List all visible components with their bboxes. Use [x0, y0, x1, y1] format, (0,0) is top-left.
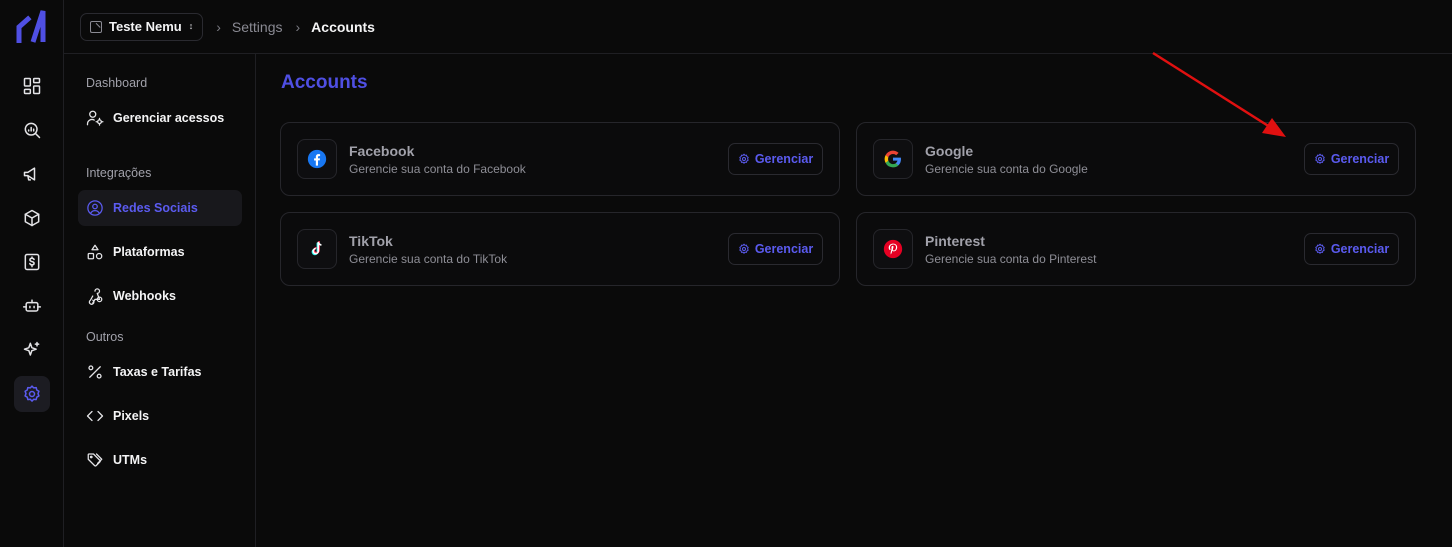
pinterest-icon	[873, 229, 913, 269]
percent-icon	[88, 365, 102, 379]
tags-icon	[87, 453, 103, 467]
account-description: Gerencie sua conta do Pinterest	[925, 252, 1097, 266]
dashboard-icon[interactable]	[14, 68, 50, 104]
facebook-icon	[297, 139, 337, 179]
account-description: Gerencie sua conta do Facebook	[349, 162, 526, 176]
google-icon	[873, 139, 913, 179]
account-name: TikTok	[349, 233, 393, 249]
gear-icon	[1315, 243, 1325, 254]
manage-button-label: Gerenciar	[754, 242, 814, 256]
manage-google-button[interactable]: Gerenciar	[1304, 143, 1399, 175]
sidebar-item-label: Redes Sociais	[113, 201, 198, 215]
app-logo[interactable]	[16, 9, 48, 43]
chevron-right-icon: ›	[295, 18, 301, 35]
bot-icon[interactable]	[14, 288, 50, 324]
sidebar-item-gerenciar-acessos[interactable]: Gerenciar acessos	[78, 100, 242, 136]
manage-button-label: Gerenciar	[754, 152, 814, 166]
account-name: Pinterest	[925, 233, 985, 249]
workspace-icon	[90, 20, 102, 33]
sidebar-item-label: Pixels	[113, 409, 150, 423]
account-card-tiktok: TikTok Gerencie sua conta do TikTok Gere…	[280, 212, 840, 286]
sidebar-item-taxas-e-tarifas[interactable]: Taxas e Tarifas	[78, 354, 242, 390]
sidebar-item-label: UTMs	[113, 453, 148, 467]
sidebar-item-label: Taxas e Tarifas	[113, 365, 202, 379]
megaphone-icon[interactable]	[14, 156, 50, 192]
settings-sidebar: Dashboard Gerenciar acessos Integrações …	[64, 54, 256, 547]
chevron-up-down-icon: ↕	[188, 21, 194, 31]
user-circle-icon	[87, 200, 103, 216]
user-cog-icon	[86, 110, 104, 126]
settings-icon[interactable]	[14, 376, 50, 412]
gear-icon	[739, 243, 749, 254]
webhook-icon	[88, 288, 103, 305]
sidebar-item-redes-sociais[interactable]: Redes Sociais	[78, 190, 242, 226]
tiktok-icon	[297, 229, 337, 269]
icon-rail	[0, 0, 64, 547]
box-icon[interactable]	[14, 200, 50, 236]
dollar-icon[interactable]	[14, 244, 50, 280]
top-header: Teste Nemu ↕ › Settings › Accounts	[64, 0, 1452, 54]
account-card-google: Google Gerencie sua conta do Google Gere…	[856, 122, 1416, 196]
section-heading-outros: Outros	[86, 330, 124, 344]
breadcrumb-accounts: Accounts	[311, 18, 375, 35]
sidebar-item-label: Gerenciar acessos	[113, 111, 225, 125]
manage-facebook-button[interactable]: Gerenciar	[728, 143, 823, 175]
breadcrumb-settings[interactable]: Settings	[232, 19, 283, 35]
account-description: Gerencie sua conta do TikTok	[349, 252, 508, 266]
sidebar-item-label: Webhooks	[113, 289, 176, 303]
sparkles-icon[interactable]	[14, 332, 50, 368]
shapes-icon	[87, 244, 103, 260]
code-icon	[86, 410, 104, 422]
manage-tiktok-button[interactable]: Gerenciar	[728, 233, 823, 265]
gear-icon	[1315, 153, 1325, 164]
page-title: Accounts	[281, 72, 368, 93]
account-description: Gerencie sua conta do Google	[925, 162, 1088, 176]
manage-button-label: Gerenciar	[1330, 242, 1390, 256]
search-analytics-icon[interactable]	[14, 112, 50, 148]
section-heading-dashboard: Dashboard	[86, 76, 148, 90]
account-card-facebook: Facebook Gerencie sua conta do Facebook …	[280, 122, 840, 196]
sidebar-item-webhooks[interactable]: Webhooks	[78, 278, 242, 314]
sidebar-item-pixels[interactable]: Pixels	[78, 398, 242, 434]
sidebar-item-utms[interactable]: UTMs	[78, 442, 242, 478]
manage-pinterest-button[interactable]: Gerenciar	[1304, 233, 1399, 265]
sidebar-item-label: Plataformas	[113, 245, 185, 259]
account-name: Facebook	[349, 143, 415, 159]
sidebar-item-plataformas[interactable]: Plataformas	[78, 234, 242, 270]
chevron-right-icon: ›	[216, 18, 221, 35]
account-name: Google	[925, 143, 974, 159]
workspace-switcher[interactable]: Teste Nemu ↕	[80, 12, 204, 41]
workspace-name: Teste Nemu	[109, 19, 182, 34]
gear-icon	[739, 153, 749, 164]
section-heading-integracoes: Integrações	[86, 166, 152, 180]
manage-button-label: Gerenciar	[1330, 152, 1390, 166]
account-card-pinterest: Pinterest Gerencie sua conta do Pinteres…	[856, 212, 1416, 286]
